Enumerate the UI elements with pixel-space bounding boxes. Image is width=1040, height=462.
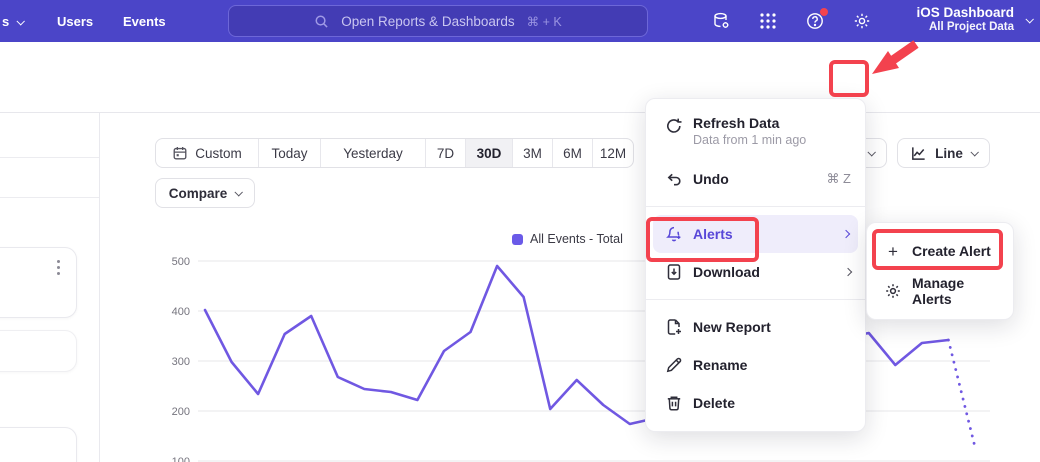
shortcut-label: ⌘ Z: [826, 171, 851, 187]
date-range-3m[interactable]: 3M: [513, 139, 553, 167]
svg-text:200: 200: [172, 406, 190, 418]
menu-item-undo[interactable]: Undo ⌘ Z: [646, 160, 865, 198]
notification-badge: [820, 8, 828, 16]
calendar-icon: [172, 145, 188, 161]
plus-icon: +: [884, 242, 902, 260]
menu-item-alerts[interactable]: Alerts: [653, 215, 858, 253]
legend-label: All Events - Total: [530, 232, 623, 246]
date-range-7d[interactable]: 7D: [426, 139, 466, 167]
data-management-icon[interactable]: [710, 10, 732, 32]
project-switcher[interactable]: iOS Dashboard All Project Data: [916, 5, 1014, 33]
search-icon: [314, 14, 329, 29]
chevron-down-icon: [235, 188, 243, 196]
search-placeholder: Open Reports & Dashboards: [341, 14, 514, 29]
app-window: 500 400 300 200 100 All Events - Total s Use…: [0, 0, 1040, 462]
menu-item-manage-alerts[interactable]: Manage Alerts: [867, 271, 1013, 311]
gear-icon: [884, 282, 902, 300]
chart-legend: All Events - Total: [512, 232, 623, 246]
chevron-down-icon: [17, 17, 25, 25]
new-report-icon: [665, 318, 683, 336]
context-menu: Refresh Data Data from 1 min ago Undo ⌘ …: [645, 98, 866, 432]
help-icon[interactable]: [804, 10, 826, 32]
date-range-12m[interactable]: 12M: [593, 139, 633, 167]
date-range-custom[interactable]: Custom: [156, 139, 259, 167]
top-nav: s Users Events Open Reports & Dashboards…: [0, 0, 1040, 42]
apps-grid-icon[interactable]: [757, 10, 779, 32]
svg-text:300: 300: [172, 356, 190, 368]
alert-bell-icon: [665, 225, 683, 243]
date-range-control: Custom Today Yesterday 7D 30D 3M 6M 12M: [155, 138, 634, 168]
svg-text:400: 400: [172, 306, 190, 318]
date-range-30d[interactable]: 30D: [466, 139, 513, 167]
menu-item-new-report[interactable]: New Report: [646, 308, 865, 346]
menu-item-create-alert[interactable]: + Create Alert: [867, 231, 1013, 271]
nav-item-partial[interactable]: s: [2, 14, 23, 29]
search-bar[interactable]: Open Reports & Dashboards ⌘ + K: [228, 5, 648, 37]
chevron-right-icon: [844, 268, 852, 276]
pencil-icon: [665, 356, 683, 374]
nav-item-users[interactable]: Users: [57, 14, 93, 29]
menu-item-refresh-data[interactable]: Refresh Data Data from 1 min ago: [646, 108, 865, 160]
chevron-right-icon: [842, 230, 850, 238]
search-shortcut: ⌘ + K: [527, 14, 562, 29]
date-range-today[interactable]: Today: [259, 139, 321, 167]
date-range-yesterday[interactable]: Yesterday: [321, 139, 426, 167]
chevron-down-icon: [970, 148, 978, 156]
alerts-submenu: + Create Alert Manage Alerts: [866, 222, 1014, 320]
chart-type-button[interactable]: Line: [897, 138, 990, 168]
date-range-6m[interactable]: 6M: [553, 139, 593, 167]
menu-item-rename[interactable]: Rename: [646, 346, 865, 384]
chevron-down-icon: [867, 148, 875, 156]
refresh-icon: [665, 117, 683, 135]
report-header: [0, 42, 1040, 113]
project-title: iOS Dashboard: [916, 5, 1014, 20]
line-chart-icon: [910, 145, 927, 162]
settings-gear-icon[interactable]: [851, 10, 873, 32]
trash-icon: [665, 394, 683, 412]
menu-divider: [646, 206, 865, 207]
nav-item-events[interactable]: Events: [123, 14, 166, 29]
legend-swatch: [512, 234, 523, 245]
svg-text:500: 500: [172, 256, 190, 268]
undo-icon: [665, 170, 683, 188]
nav-icon-cluster: [710, 9, 873, 33]
project-subtitle: All Project Data: [916, 21, 1014, 33]
menu-item-delete[interactable]: Delete: [646, 384, 865, 422]
download-icon: [665, 263, 683, 281]
menu-item-subtitle: Data from 1 min ago: [693, 133, 806, 147]
chevron-down-icon[interactable]: [1025, 15, 1033, 23]
menu-item-download[interactable]: Download: [646, 253, 865, 291]
menu-item-label: Refresh Data: [693, 115, 806, 131]
menu-divider: [646, 299, 865, 300]
compare-button[interactable]: Compare: [155, 178, 255, 208]
svg-text:100: 100: [172, 456, 190, 462]
